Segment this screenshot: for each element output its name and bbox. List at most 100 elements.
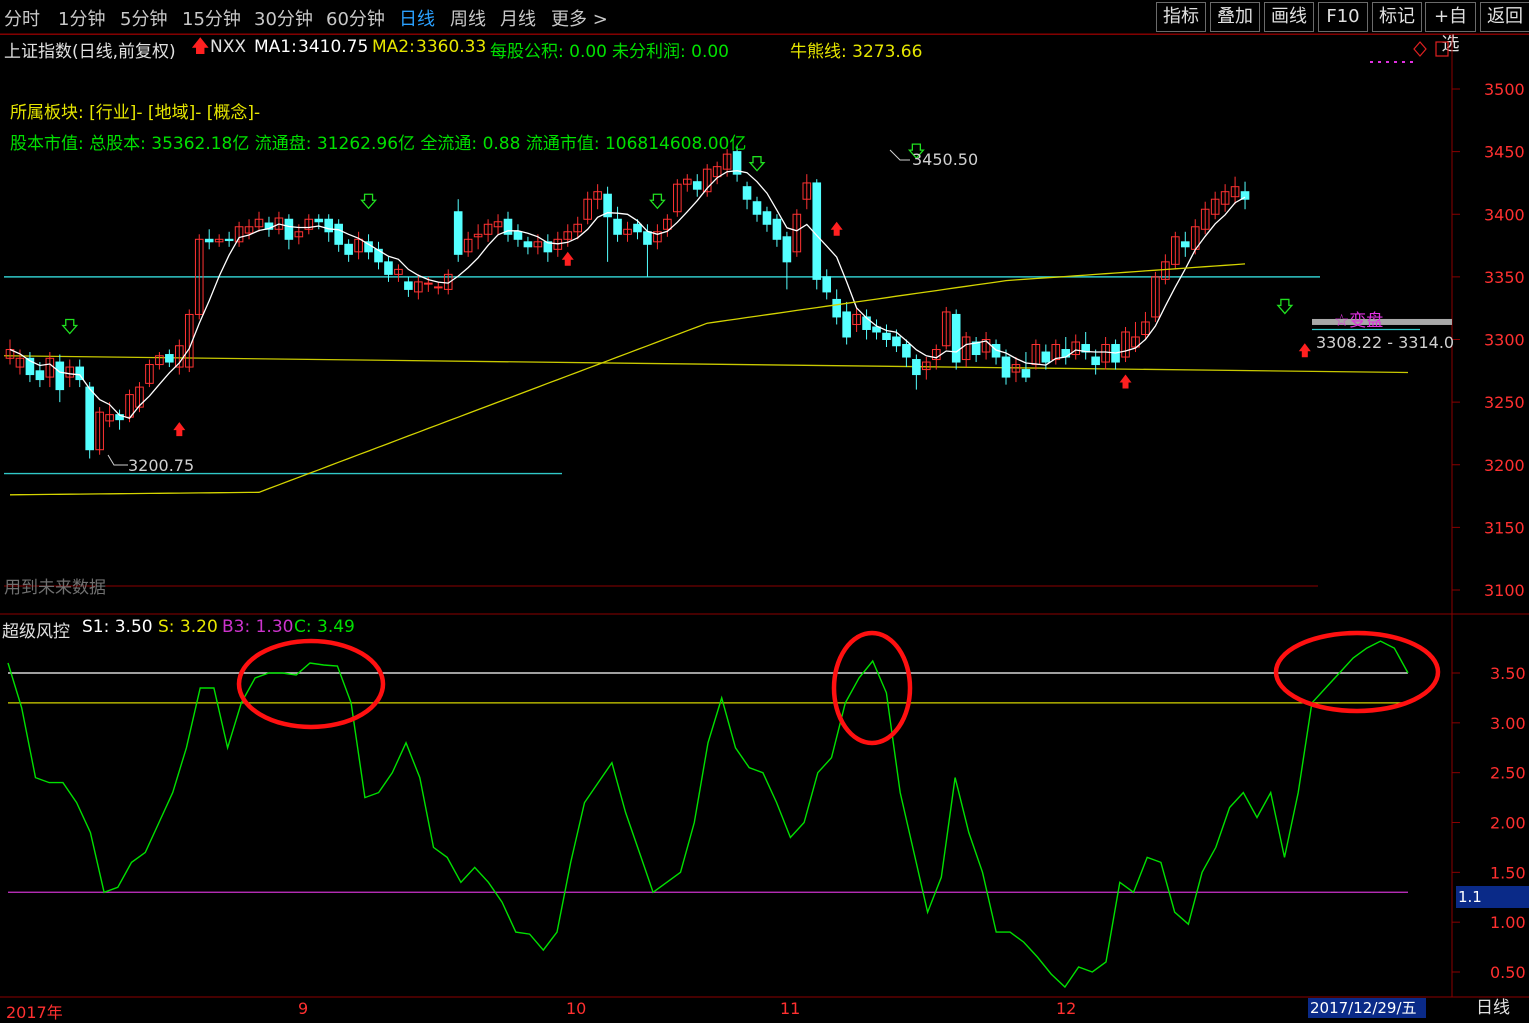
candle-body bbox=[424, 282, 433, 285]
indicator-tick-label: 0.50 bbox=[1490, 963, 1526, 982]
candle-body bbox=[165, 354, 174, 363]
candle-body bbox=[513, 231, 523, 240]
candle-body bbox=[85, 386, 94, 451]
candle-body bbox=[1091, 356, 1100, 366]
share-capital-info: 股本市值: 总股本: 35362.18亿 流通盘: 31262.96亿 全流通:… bbox=[10, 134, 747, 154]
candle-body bbox=[1041, 351, 1051, 363]
ma2-label: MA2: bbox=[372, 37, 415, 57]
up-arrow-icon: 🡅 bbox=[191, 36, 210, 57]
low-pointer bbox=[107, 454, 128, 466]
candle-body bbox=[433, 286, 443, 289]
sell-arrow-icon bbox=[648, 193, 666, 210]
candle-body bbox=[1180, 241, 1190, 248]
candle-body bbox=[912, 359, 921, 376]
buy-arrow-icon bbox=[830, 221, 843, 236]
date-nov: 11 bbox=[780, 999, 801, 1018]
indicator-tick-label: 3.50 bbox=[1490, 664, 1526, 683]
nxx-label: NXX bbox=[210, 37, 247, 57]
highlight-circle-2 bbox=[831, 630, 913, 746]
candle-body bbox=[523, 241, 533, 248]
candle-body bbox=[204, 238, 214, 243]
undistributed-profit: 未分利润: 0.00 bbox=[612, 42, 729, 62]
price-tick-label: 3500 bbox=[1484, 80, 1525, 99]
price-tick-label: 3200 bbox=[1484, 456, 1525, 475]
candle-body bbox=[892, 336, 901, 347]
buy-arrow-icon bbox=[1298, 343, 1311, 358]
candle-body bbox=[692, 181, 702, 190]
candle-body bbox=[902, 344, 911, 358]
price-tick-label: 3350 bbox=[1484, 268, 1525, 287]
indicator-tick-label: 2.00 bbox=[1490, 814, 1526, 833]
future-data-note: 用到未来数据 bbox=[4, 578, 106, 598]
candle-body bbox=[384, 261, 393, 275]
highlight-circle-3 bbox=[1273, 630, 1441, 714]
candle-body bbox=[951, 313, 961, 363]
date-dec: 12 bbox=[1056, 999, 1077, 1018]
candle-body bbox=[324, 218, 334, 233]
ma1-value: 3410.75 bbox=[298, 37, 369, 57]
highlight-circle-1 bbox=[236, 638, 386, 730]
bull-bear-line: 牛熊线: 3273.66 bbox=[790, 42, 923, 62]
buy-arrow-icon bbox=[561, 251, 574, 266]
candle-body bbox=[742, 186, 752, 200]
diamond-icon bbox=[1413, 41, 1427, 57]
indicator-current-label: 1.1 bbox=[1456, 886, 1529, 908]
period-label[interactable]: 日线 bbox=[1458, 998, 1528, 1018]
reserve-per-share: 每股公积: 0.00 bbox=[490, 42, 607, 62]
price-tick-label: 3250 bbox=[1484, 393, 1525, 412]
indicator-name: 超级风控 bbox=[2, 622, 70, 642]
sell-arrow-icon bbox=[748, 156, 766, 172]
date-sep: 9 bbox=[298, 999, 309, 1018]
price-tick-label: 3300 bbox=[1484, 331, 1525, 350]
chart-title: 上证指数(日线,前复权) bbox=[4, 42, 176, 62]
candle-body bbox=[842, 311, 851, 338]
indicator-tick-label: 1.00 bbox=[1490, 913, 1526, 932]
high-price-label: 3450.50 bbox=[912, 150, 979, 169]
candle-body bbox=[812, 182, 822, 280]
candle-body bbox=[55, 361, 65, 391]
candle-body bbox=[633, 223, 642, 233]
date-2017: 2017年 bbox=[6, 1003, 63, 1022]
candle-body bbox=[752, 201, 762, 215]
candle-body bbox=[314, 218, 324, 223]
candle-body bbox=[822, 276, 832, 293]
candle-body bbox=[832, 298, 841, 318]
candle-body bbox=[762, 211, 772, 225]
indicator-tick-label: 3.00 bbox=[1490, 714, 1526, 733]
sell-arrow-icon bbox=[61, 318, 79, 335]
candle-body bbox=[35, 370, 45, 381]
candle-body bbox=[284, 218, 294, 240]
turning-point-label: ☆变盘 bbox=[1334, 311, 1384, 331]
candle-body bbox=[404, 281, 413, 290]
buy-arrow-icon bbox=[173, 422, 186, 437]
sell-arrow-icon bbox=[1276, 298, 1294, 315]
indicator-s: S: 3.20 bbox=[158, 617, 218, 637]
sector-info: 所属板块: [行业]- [地域]- [概念]- bbox=[10, 103, 261, 123]
candle-body bbox=[1021, 369, 1031, 378]
buy-arrow-icon bbox=[1119, 374, 1132, 389]
candle-body bbox=[453, 211, 463, 255]
candle-body bbox=[643, 231, 652, 245]
candle-body bbox=[613, 218, 622, 235]
indicator-b3: B3: 1.30 bbox=[222, 617, 294, 637]
ma1-label: MA1: bbox=[254, 37, 297, 57]
candle-body bbox=[334, 223, 343, 245]
ma2-value: 3360.33 bbox=[416, 37, 487, 57]
date-oct: 10 bbox=[566, 999, 587, 1018]
high-pointer bbox=[889, 149, 910, 161]
indicator-tick-label: 2.50 bbox=[1490, 764, 1526, 783]
price-tick-label: 3100 bbox=[1484, 581, 1525, 600]
candle-body bbox=[782, 236, 792, 263]
price-tick-label: 3150 bbox=[1484, 518, 1525, 537]
candle-body bbox=[772, 218, 782, 240]
price-tick-label: 3400 bbox=[1484, 205, 1525, 224]
square-icon bbox=[1435, 41, 1449, 57]
price-tick-label: 3450 bbox=[1484, 143, 1525, 162]
indicator-c: C: 3.49 bbox=[294, 617, 355, 637]
indicator-tick-label: 1.50 bbox=[1490, 863, 1526, 882]
candle-body bbox=[224, 238, 234, 242]
c-line bbox=[7, 640, 1409, 989]
bull-bear-level bbox=[3, 355, 1409, 374]
current-date-label: 2017/12/29/五 bbox=[1308, 998, 1426, 1018]
candle-body bbox=[344, 243, 353, 255]
